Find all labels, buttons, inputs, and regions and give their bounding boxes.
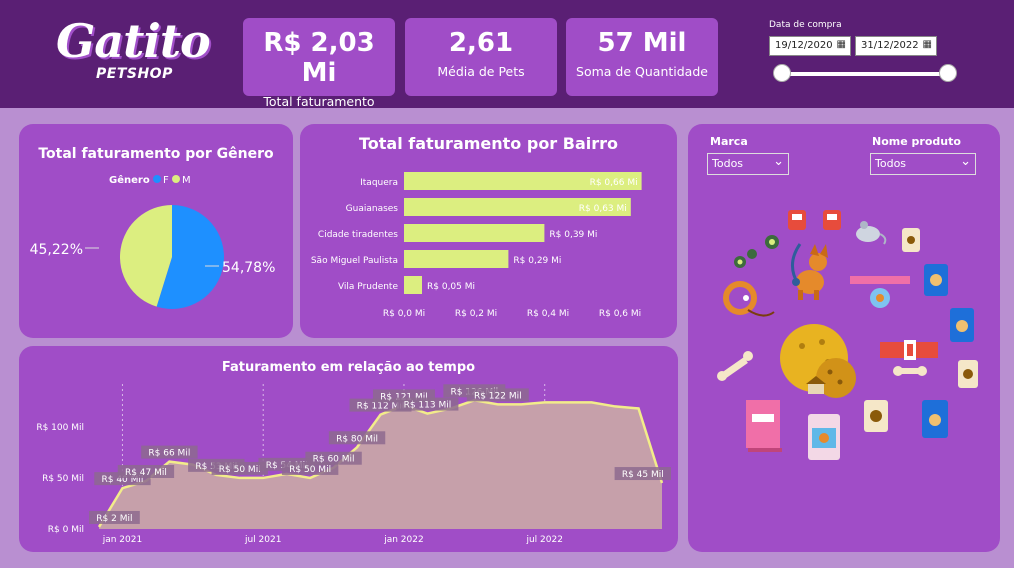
bar-data-label: R$ 0,66 Mi: [590, 178, 638, 188]
area-data-label: R$ 50 Mil: [289, 465, 331, 475]
bar[interactable]: [404, 276, 422, 294]
bar-category-label: Itaquera: [360, 178, 398, 188]
collar-red-icon: [880, 340, 938, 360]
area-data-label: R$ 47 Mil: [125, 468, 167, 478]
product-panel: Marca Nome produto Todos ⌄ Todos ⌄: [688, 124, 1000, 552]
date-end-value: 31/12/2022: [861, 40, 919, 51]
chevron-down-icon[interactable]: ⌄: [960, 154, 971, 169]
date-slider-end-handle[interactable]: [939, 64, 957, 82]
bar[interactable]: [404, 224, 545, 242]
food-bag-icon: [902, 228, 920, 252]
area-data-label: R$ 50 Mil: [219, 465, 261, 475]
kpi-total-faturamento: R$ 2,03 Mi Total faturamento: [243, 18, 395, 109]
area-chart-svg: R$ 0 Mil R$ 50 Mil R$ 100 Mil jan 2021 jul …: [36, 384, 671, 545]
date-end-input[interactable]: 31/12/2022 ▦: [855, 36, 937, 56]
area-data-label: R$ 122 Mil: [474, 391, 522, 401]
food-bag-icon: [924, 264, 948, 296]
pie-data-label-m: 45,22%: [30, 242, 83, 258]
dog-icon: [796, 244, 828, 300]
bar-x-tick-label: R$ 0,0 Mi: [383, 309, 425, 319]
calendar-icon[interactable]: ▦: [923, 39, 932, 50]
bone-icon: [717, 351, 753, 381]
bar-category-label: Vila Prudente: [338, 282, 398, 292]
kpi-value: 2,61: [448, 28, 514, 58]
area-data-label: R$ 45 Mil: [622, 470, 664, 480]
logo-subtext: PETSHOP: [96, 66, 173, 82]
bar-category-label: Guaianases: [346, 204, 399, 214]
area-y-tick-label: R$ 100 Mil: [36, 423, 84, 433]
calendar-icon[interactable]: ▦: [837, 39, 846, 50]
header-bar: Gatito PETSHOP R$ 2,03 Mi Total faturame…: [0, 0, 1014, 109]
date-start-value: 19/12/2020: [775, 40, 833, 51]
bar-data-label: R$ 0,39 Mi: [549, 230, 597, 240]
area-x-tick-label: jan 2022: [383, 535, 424, 545]
pie-card: Total faturamento por Gênero Gênero F M …: [19, 124, 293, 338]
area-x-tick-label: jul 2022: [525, 535, 562, 545]
kpi-label: Total faturamento: [263, 94, 375, 109]
bar-x-tick-label: R$ 0,4 Mi: [527, 309, 569, 319]
area-data-label: R$ 66 Mil: [148, 449, 190, 459]
bar-category-label: São Miguel Paulista: [311, 256, 398, 266]
area-data-label: R$ 113 Mil: [404, 401, 452, 411]
pie-legend-label-m: M: [182, 175, 191, 186]
snack-box-icon: [746, 400, 782, 452]
kpi-value: R$ 2,03 Mi: [263, 28, 375, 88]
area-data-label: R$ 60 Mil: [313, 455, 355, 465]
pie-data-label-f: 54,78%: [222, 260, 275, 276]
bar-data-label: R$ 0,29 Mi: [513, 256, 561, 266]
chevron-down-icon[interactable]: ⌄: [773, 154, 784, 169]
food-bag-icon: [950, 308, 974, 342]
marca-selected: Todos: [712, 157, 744, 170]
date-start-input[interactable]: 19/12/2020 ▦: [769, 36, 851, 56]
collar-green-icon: [747, 249, 757, 259]
bone-icon: [893, 366, 927, 376]
area-y-tick-label: R$ 50 Mil: [42, 474, 84, 484]
food-bag-icon: [922, 400, 948, 438]
pie-legend-marker-f: [153, 175, 161, 183]
area-data-label: R$ 80 Mil: [336, 434, 378, 444]
kpi-label: Soma de Quantidade: [576, 64, 708, 79]
date-slider-track[interactable]: [782, 72, 948, 76]
date-slider-start-handle[interactable]: [773, 64, 791, 82]
food-bag-icon: [958, 360, 978, 388]
pet-shirt-icon: [823, 210, 841, 230]
produto-selected: Todos: [875, 157, 907, 170]
food-bag-icon: [864, 400, 888, 432]
bar-x-tick-label: R$ 0,6 Mi: [599, 309, 641, 319]
collar-green-icon: [734, 256, 746, 268]
bar-data-label: R$ 0,63 Mi: [579, 204, 627, 214]
area-card: Faturamento em relação ao tempo R$ 0 Mil…: [19, 346, 678, 552]
bar[interactable]: [404, 250, 509, 268]
kpi-soma-quantidade: 57 Mil Soma de Quantidade: [566, 18, 718, 96]
kpi-media-pets: 2,61 Média de Pets: [405, 18, 557, 96]
pet-shirt-icon: [788, 210, 806, 230]
logo-text: Gatito: [56, 14, 211, 68]
bar-x-tick-label: R$ 0,2 Mi: [455, 309, 497, 319]
pie-chart-svg: Gênero F M 54,78% 45,22%: [30, 174, 275, 309]
pie-legend-title: Gênero: [109, 174, 150, 186]
marca-dropdown[interactable]: Todos ⌄: [707, 153, 789, 175]
collar-green-icon: [765, 235, 779, 249]
leash-icon: [791, 243, 802, 286]
pie-legend-marker-m: [172, 175, 180, 183]
product-illustrations: [717, 210, 978, 460]
area-y-tick-label: R$ 0 Mil: [48, 525, 84, 535]
area-x-tick-label: jan 2021: [102, 535, 143, 545]
area-data-label: R$ 2 Mil: [96, 514, 132, 524]
produto-dropdown[interactable]: Todos ⌄: [870, 153, 976, 175]
gatito-logo: Gatito PETSHOP: [56, 14, 211, 94]
kpi-label: Média de Pets: [437, 64, 525, 79]
cat-food-can-icon: [808, 414, 840, 460]
kpi-value: 57 Mil: [597, 28, 687, 58]
pie-legend-label-f: F: [163, 175, 169, 186]
area-x-tick-label: jul 2021: [244, 535, 281, 545]
collar-orange-icon: [723, 281, 775, 317]
bar-card: Total faturamento por Bairro Itaquera Gua…: [300, 124, 677, 338]
mouse-toy-icon: [856, 221, 887, 245]
bar-category-label: Cidade tiradentes: [318, 230, 398, 240]
date-filter-title: Data de compra: [769, 20, 842, 30]
bar-chart-svg: Itaquera Guaianases Cidade tiradentes São M…: [311, 172, 642, 319]
collar-pink-icon: [850, 276, 910, 308]
bar-data-label: R$ 0,05 Mi: [427, 282, 475, 292]
